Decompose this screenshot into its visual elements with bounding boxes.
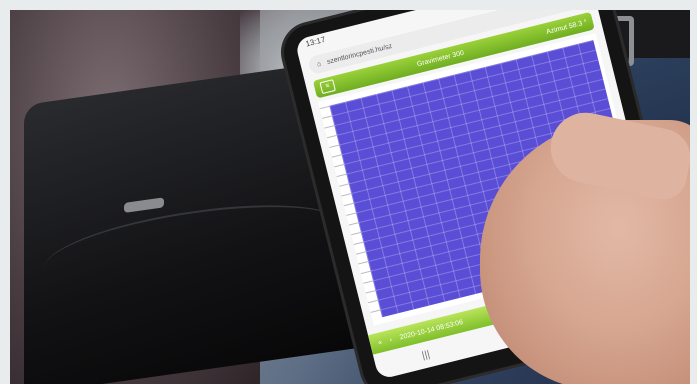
header-right-label: Azimut 58.3 ° [545, 18, 588, 36]
wallet-clip [124, 197, 164, 213]
card-pocket [44, 190, 344, 305]
double-chevron-left-icon: « [377, 338, 383, 347]
menu-icon: ≡ [319, 79, 336, 95]
chevron-left-icon: ‹ [388, 336, 393, 344]
header-left-label: Gravimeter 300 [416, 49, 465, 68]
home-icon: ⌂ [316, 60, 322, 68]
photograph: 13:17 ▮▮▮ ⌂ szentlorincpesti.hu/sz ≡ Gra… [10, 10, 690, 384]
photo-frame: 13:17 ▮▮▮ ⌂ szentlorincpesti.hu/sz ≡ Gra… [0, 0, 697, 384]
recents-icon: ||| [420, 348, 431, 362]
